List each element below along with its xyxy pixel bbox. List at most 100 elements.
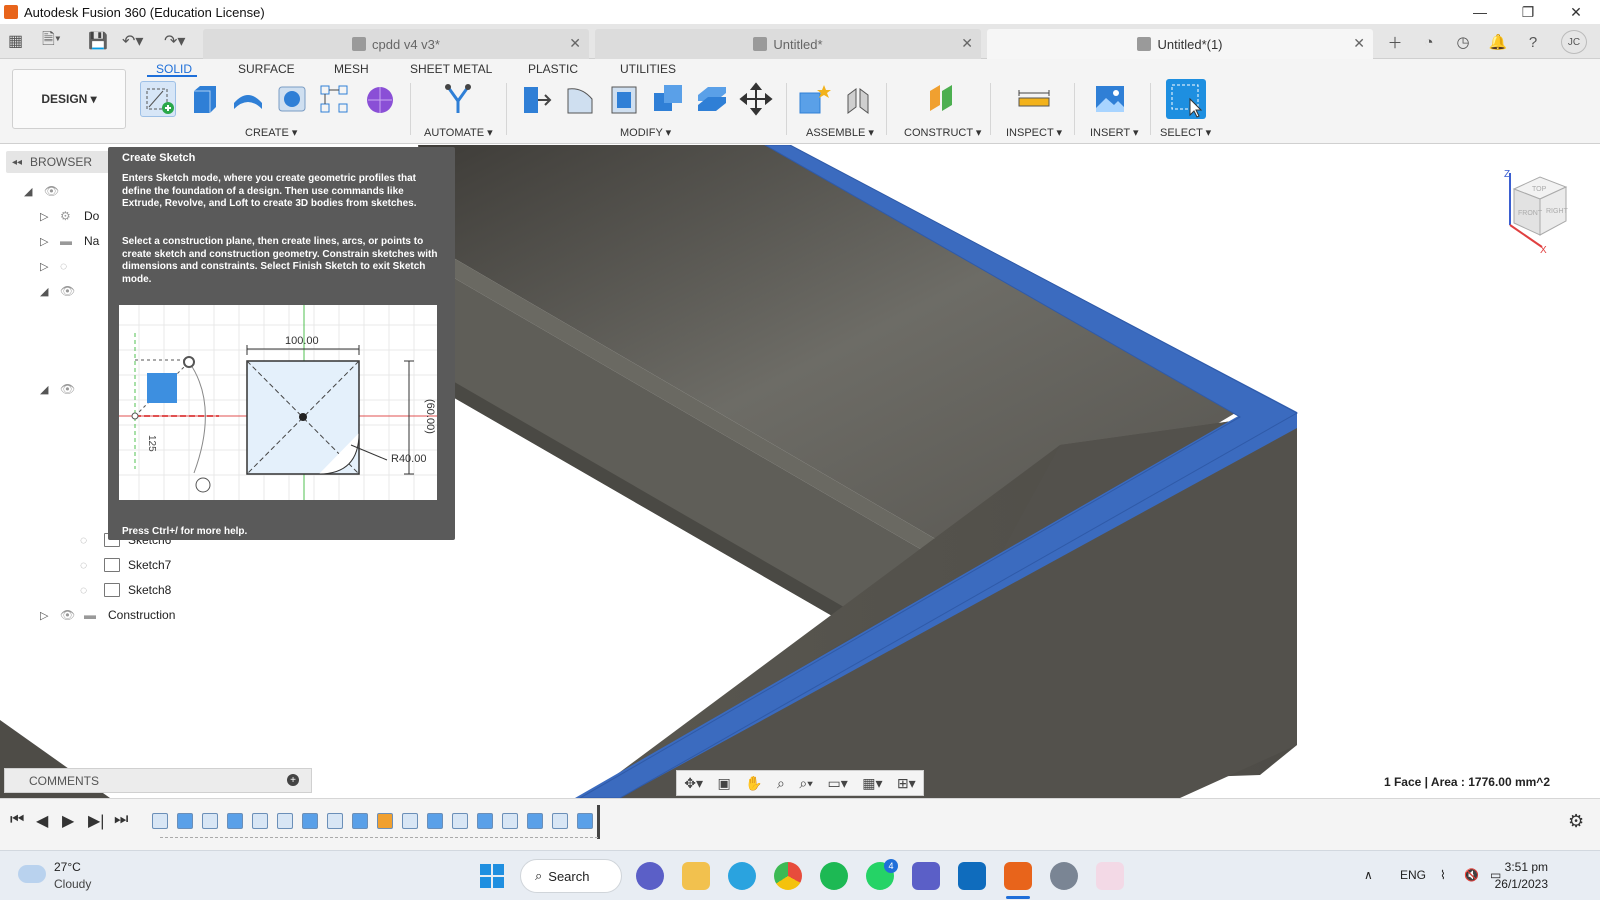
- timeline-extrude[interactable]: [477, 813, 493, 829]
- expand-triangle-icon[interactable]: ◢: [24, 185, 36, 198]
- go-to-end-icon[interactable]: ⏭: [114, 811, 128, 829]
- tree-row-folder[interactable]: ▷ ◌: [40, 255, 84, 277]
- look-at-icon[interactable]: ▣: [717, 775, 730, 792]
- timeline-extrude[interactable]: [227, 813, 243, 829]
- timeline-sketch[interactable]: [327, 813, 343, 829]
- extensions-icon[interactable]: ◔: [1418, 32, 1440, 52]
- close-tab-icon[interactable]: ✕: [961, 35, 973, 52]
- eye-hidden-icon[interactable]: ◌: [80, 558, 98, 572]
- cube-face-front[interactable]: FRONT: [1518, 210, 1543, 217]
- undo-icon[interactable]: ↶▾: [122, 30, 143, 52]
- timeline-sketch[interactable]: [402, 813, 418, 829]
- collapse-triangle-icon[interactable]: ▷: [40, 260, 52, 273]
- file-menu-icon[interactable]: 🗎▾: [42, 30, 61, 52]
- create-sketch-button[interactable]: [140, 81, 176, 117]
- help-icon[interactable]: ?: [1522, 32, 1544, 52]
- inspect-group-label[interactable]: INSPECT ▾: [1006, 126, 1062, 139]
- insert-group-label[interactable]: INSERT ▾: [1090, 126, 1139, 139]
- tab-solid[interactable]: SOLID: [156, 62, 192, 76]
- doc-tab-3[interactable]: Untitled*(1) ✕: [987, 29, 1373, 59]
- tree-row-sketch7[interactable]: ◌ Sketch7: [80, 554, 171, 576]
- teams-icon[interactable]: [912, 862, 940, 890]
- orbit-icon[interactable]: ✥▾: [684, 775, 703, 792]
- eye-hidden-icon[interactable]: ◌: [60, 259, 78, 273]
- timeline-plane[interactable]: [377, 813, 393, 829]
- close-tab-icon[interactable]: ✕: [569, 35, 581, 52]
- save-icon[interactable]: 💾: [88, 30, 108, 52]
- select-button[interactable]: [1166, 79, 1206, 119]
- create-form-button[interactable]: [362, 81, 398, 117]
- profile-avatar[interactable]: JC: [1561, 30, 1587, 54]
- modify-group-label[interactable]: MODIFY ▾: [620, 126, 671, 139]
- tree-row-root[interactable]: ◢ 👁: [24, 180, 68, 202]
- expand-triangle-icon[interactable]: ◢: [40, 285, 52, 298]
- outlook-icon[interactable]: [958, 862, 986, 890]
- collapse-triangle-icon[interactable]: ▷: [40, 609, 52, 622]
- measure-button[interactable]: [1016, 81, 1052, 117]
- notifications-icon[interactable]: 🔔: [1487, 32, 1509, 52]
- close-icon[interactable]: ✕: [1552, 0, 1600, 24]
- snipping-tool-icon[interactable]: [1096, 862, 1124, 890]
- eye-icon[interactable]: 👁: [60, 382, 78, 396]
- new-tab-icon[interactable]: ＋: [1384, 32, 1406, 52]
- tree-row-doc-settings[interactable]: ▷ ⚙ Do: [40, 205, 99, 227]
- restore-icon[interactable]: ❐: [1504, 0, 1552, 24]
- eye-hidden-icon[interactable]: ◌: [80, 533, 98, 547]
- fillet-button[interactable]: [562, 81, 598, 117]
- cloud-weather-icon[interactable]: [18, 865, 46, 883]
- clock-date[interactable]: 26/1/2023: [1495, 877, 1548, 891]
- job-status-icon[interactable]: ◷: [1452, 32, 1474, 52]
- timeline-sketch[interactable]: [152, 813, 168, 829]
- zoom-icon[interactable]: ⌕: [777, 775, 785, 792]
- timeline-extrude[interactable]: [427, 813, 443, 829]
- taskbar-search[interactable]: ⌕ Search: [520, 859, 622, 893]
- step-forward-icon[interactable]: ▶|: [88, 811, 104, 831]
- timeline-extrude[interactable]: [302, 813, 318, 829]
- insert-image-button[interactable]: [1092, 81, 1128, 117]
- timeline-sketch[interactable]: [202, 813, 218, 829]
- tree-row-bodies[interactable]: ◢ 👁: [40, 280, 84, 302]
- view-cube[interactable]: Z X TOP FRONT RIGHT: [1500, 165, 1580, 256]
- collapse-triangle-icon[interactable]: ▷: [40, 235, 52, 248]
- tab-utilities[interactable]: UTILITIES: [620, 62, 676, 76]
- step-back-icon[interactable]: ◀: [36, 811, 48, 831]
- timeline-extrude[interactable]: [177, 813, 193, 829]
- weather-temperature[interactable]: 27°C: [54, 860, 81, 874]
- timeline-settings-gear-icon[interactable]: ⚙: [1568, 811, 1584, 832]
- wifi-icon[interactable]: ⌇: [1440, 868, 1446, 882]
- extrude-button[interactable]: [186, 81, 222, 117]
- language-indicator[interactable]: ENG: [1400, 868, 1426, 882]
- timeline-sketch[interactable]: [552, 813, 568, 829]
- browser-panel-header[interactable]: ◂◂ BROWSER: [6, 151, 110, 173]
- show-hidden-icons-chevron-icon[interactable]: ∧: [1364, 868, 1373, 882]
- close-tab-icon[interactable]: ✕: [1353, 35, 1365, 52]
- tab-mesh[interactable]: MESH: [334, 62, 369, 76]
- timeline-extrude[interactable]: [577, 813, 593, 829]
- tree-row-sketch8[interactable]: ◌ Sketch8: [80, 579, 171, 601]
- tree-row-construction[interactable]: ▷ 👁 ▬ Construction: [40, 604, 175, 626]
- eye-icon[interactable]: 👁: [60, 284, 78, 298]
- create-group-label[interactable]: CREATE ▾: [245, 126, 297, 139]
- pan-icon[interactable]: ✋: [745, 775, 762, 792]
- tree-row-sketches[interactable]: ◢ 👁: [40, 378, 84, 400]
- timeline-extrude[interactable]: [527, 813, 543, 829]
- cube-face-right[interactable]: RIGHT: [1546, 208, 1569, 215]
- fusion360-taskbar-icon[interactable]: [1004, 862, 1032, 890]
- move-copy-button[interactable]: [738, 81, 774, 117]
- eye-hidden-icon[interactable]: ◌: [80, 583, 98, 597]
- combine-button[interactable]: [650, 81, 686, 117]
- grid-settings-icon[interactable]: ▦▾: [862, 775, 882, 792]
- timeline-hole[interactable]: [277, 813, 293, 829]
- tab-sheet-metal[interactable]: SHEET METAL: [410, 62, 492, 76]
- add-comment-icon[interactable]: +: [287, 774, 299, 786]
- new-component-button[interactable]: [796, 81, 832, 117]
- timeline-sketch[interactable]: [452, 813, 468, 829]
- comments-panel[interactable]: COMMENTS +: [4, 768, 312, 793]
- shell-button[interactable]: [606, 81, 642, 117]
- telegram-icon[interactable]: [728, 862, 756, 890]
- start-windows-icon[interactable]: [480, 864, 504, 888]
- play-icon[interactable]: ▶: [62, 811, 74, 831]
- weather-description[interactable]: Cloudy: [54, 877, 91, 891]
- cube-face-top[interactable]: TOP: [1532, 186, 1547, 193]
- eye-icon[interactable]: 👁: [60, 608, 78, 622]
